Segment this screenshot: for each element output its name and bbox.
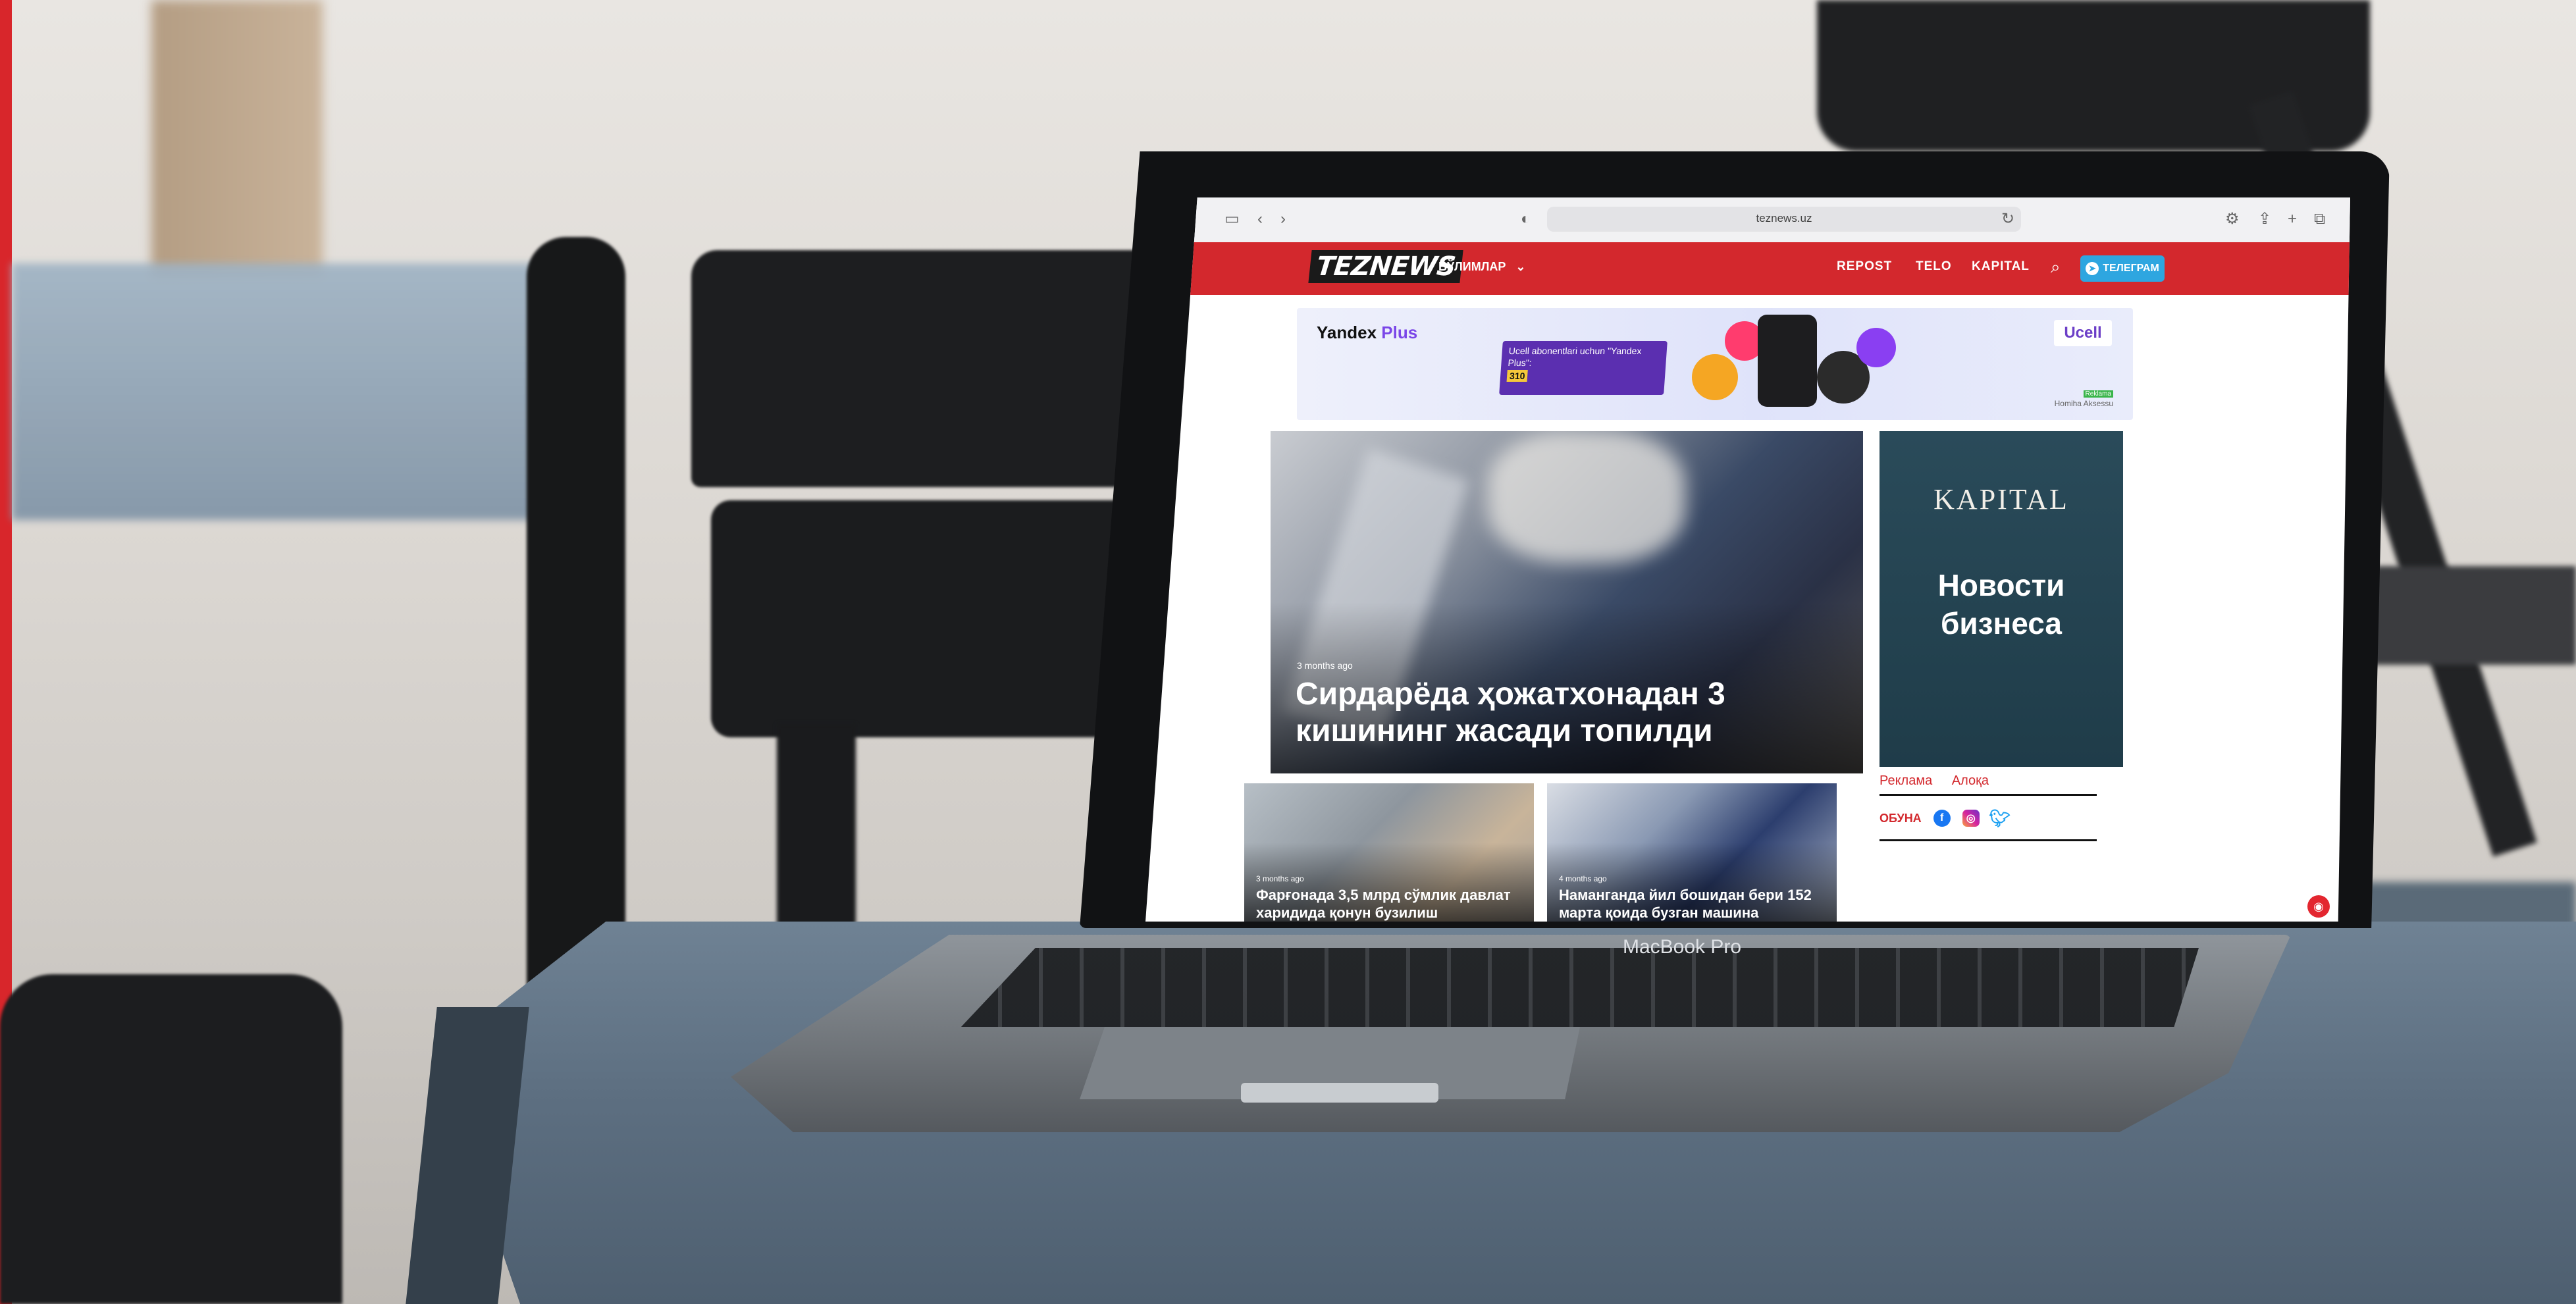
tab-overview-icon[interactable]: ⧉ (2314, 209, 2325, 229)
laptop-front-notch (1241, 1083, 1438, 1103)
subscribe-label: ОБУНА (1879, 811, 1922, 825)
kapital-tagline: Новости бизнеса (1937, 568, 2065, 640)
subscribe-row: ОБУНА f ◎ 🐦︎ (1879, 808, 2011, 828)
divider (1879, 839, 2097, 841)
instagram-icon[interactable]: ◎ (1962, 810, 1980, 827)
ad-brand: Yandex Plus (1317, 323, 1417, 343)
card-timestamp: 4 months ago (1559, 874, 1607, 883)
background-table-left (12, 263, 552, 520)
sidebar-link-ads[interactable]: Реклама (1879, 773, 1932, 788)
telegram-label: ТЕЛЕГРАМ (2103, 263, 2159, 274)
url-text: teznews.uz (1756, 212, 1812, 224)
nav-item-repost[interactable]: REPOST (1837, 259, 1892, 274)
sections-label: БЎЛИМЛАР (1438, 260, 1506, 273)
ad-promo-box: Ucell abonentlari uchun "Yandex Plus": 3… (1499, 341, 1668, 395)
ad-brand-plus: Plus (1381, 323, 1418, 342)
telegram-button[interactable]: ➤ ТЕЛЕГРАМ (2080, 255, 2165, 282)
browser-toolbar: ▭ ‹ › ◐ teznews.uz ↻ ⚙ ⇪ + ⧉ (1145, 197, 2350, 243)
background-column (151, 0, 323, 276)
chevron-down-icon: ⌄ (1515, 260, 1526, 273)
forward-icon[interactable]: › (1280, 209, 1286, 229)
back-icon[interactable]: ‹ (1257, 209, 1263, 229)
ad-product-collage (1679, 315, 1903, 413)
ad-small-text: Homiha Aksessu (2054, 399, 2113, 408)
ad-brand-name: Yandex (1317, 323, 1377, 342)
ad-disclaimer: Reklama Homiha Aksessu (2054, 388, 2113, 408)
reload-icon[interactable]: ↻ (2001, 209, 2014, 229)
chair-back-upper (691, 250, 1192, 487)
facebook-icon[interactable]: f (1933, 810, 1951, 827)
ad-promo-text: Ucell abonentlari uchun "Yandex Plus": (1508, 346, 1643, 368)
app-icon (1856, 328, 1896, 367)
kapital-side-ad[interactable]: KAPITAL Новости бизнеса (1879, 431, 2123, 767)
laptop-keyboard (961, 948, 2199, 1027)
privacy-icon[interactable]: ◐ (1521, 209, 1531, 229)
share-icon[interactable]: ⇪ (2258, 209, 2271, 229)
phone-image (1758, 315, 1817, 407)
nav-item-kapital[interactable]: KAPITAL (1972, 259, 2030, 274)
address-bar[interactable]: teznews.uz (1547, 207, 2021, 232)
hero-title[interactable]: Сирдарёда ҳожатхонадан 3 кишининг жасади… (1296, 676, 1796, 750)
card-title[interactable]: Наманганда йил бошидан бери 152 марта қо… (1559, 886, 1829, 922)
app-icon (1692, 354, 1738, 400)
search-icon[interactable]: ⌕ (2051, 257, 2061, 278)
ad-label: Reklama (2083, 390, 2113, 398)
hero-timestamp: 3 months ago (1297, 660, 1353, 671)
sidebar-icon[interactable]: ▭ (1224, 209, 1240, 229)
site-header: TEZNEWS БЎЛИМЛАР ⌄ REPOST TELO KAPITAL ⌕… (1145, 242, 2350, 295)
divider (1879, 794, 2097, 796)
ucell-logo: Ucell (2054, 320, 2112, 346)
telegram-icon: ➤ (2086, 262, 2099, 275)
ad-promo-price: 310 (1506, 370, 1529, 382)
laptop-screen: ▭ ‹ › ◐ teznews.uz ↻ ⚙ ⇪ + ⧉ TEZNEWS БЎЛ… (1145, 197, 2350, 922)
sidebar-link-contact[interactable]: Алоқа (1952, 773, 1989, 788)
nav-item-telo[interactable]: TELO (1916, 259, 1952, 274)
chair-foreground (0, 974, 342, 1304)
twitter-icon[interactable]: 🐦︎ (1989, 808, 2011, 828)
help-chat-icon[interactable]: ◉ (2307, 895, 2330, 918)
extension-icon[interactable]: ⚙ (2225, 209, 2240, 229)
kapital-logo: KAPITAL (1933, 483, 2069, 515)
card-title[interactable]: Фарғонада 3,5 млрд сўмлик давлат харидид… (1256, 886, 1526, 922)
news-card[interactable]: 3 months ago Фарғонада 3,5 млрд сўмлик д… (1244, 783, 1534, 922)
macbook-label: MacBook Pro (1622, 936, 1742, 958)
card-timestamp: 3 months ago (1256, 874, 1304, 883)
new-tab-icon[interactable]: + (2288, 209, 2297, 229)
yandex-plus-ad-banner[interactable]: Yandex Plus Ucell abonentlari uchun "Yan… (1297, 308, 2133, 420)
sidebar-links: Реклама Алоқа (1879, 773, 2005, 789)
news-card[interactable]: 4 months ago Наманганда йил бошидан бери… (1547, 783, 1837, 922)
hero-article[interactable]: 3 months ago Сирдарёда ҳожатхонадан 3 ки… (1271, 431, 1863, 773)
sections-menu[interactable]: БЎЛИМЛАР ⌄ (1438, 260, 1525, 274)
hero-image-blur (1488, 431, 1685, 563)
photo-scene: MacBook Pro ▭ ‹ › ◐ teznews.uz ↻ ⚙ ⇪ + ⧉… (0, 0, 2576, 1304)
